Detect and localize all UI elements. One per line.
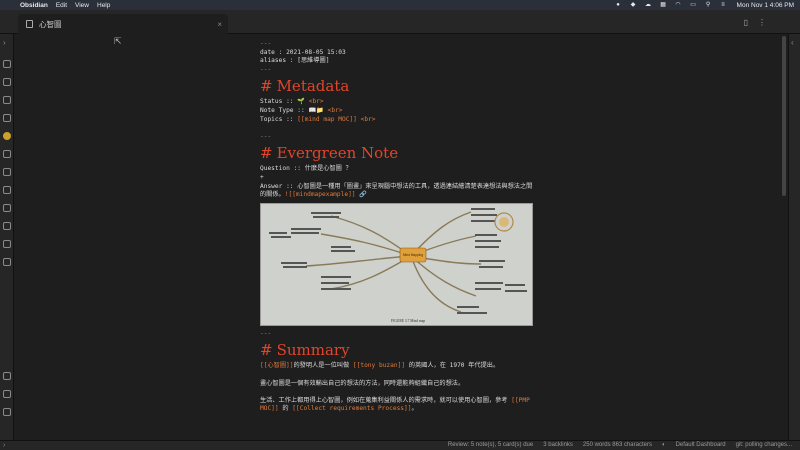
slides-icon[interactable] xyxy=(3,222,11,230)
expand-sidebar-icon[interactable]: › xyxy=(3,38,6,47)
graph-view-icon[interactable] xyxy=(3,78,11,86)
tab-close-icon[interactable]: × xyxy=(217,20,222,29)
frontmatter-aliases: aliases : [思維導圖] xyxy=(260,57,330,65)
separator-1: --- xyxy=(260,132,272,140)
plus-line: + xyxy=(260,173,264,181)
link-collect-requirements[interactable]: [[Collect requirements Process]] xyxy=(292,405,411,412)
search-icon[interactable]: ⚲ xyxy=(705,2,712,8)
daily-note-icon[interactable] xyxy=(3,204,11,212)
frontmatter-close: --- xyxy=(260,65,272,73)
left-ribbon: › xyxy=(0,34,14,440)
tab-title: 心智圖 xyxy=(39,19,62,29)
mindmap-center-label: Mind Mapping xyxy=(403,253,423,257)
menu-help[interactable]: Help xyxy=(97,2,110,9)
mindmap-caption: FIGURE 3.7 Mind map xyxy=(391,319,425,323)
expand-right-sidebar-icon[interactable]: ‹ xyxy=(791,38,794,47)
mindmap-illustration: Mind Mapping FIGURE 3.7 Mind map xyxy=(261,203,532,325)
tab-bar: 心智圖 × ▯ ⋮ xyxy=(0,10,800,34)
battery-icon[interactable]: ▭ xyxy=(690,2,697,8)
summary-paragraph-2: 畫心智圖是一個有效輸出自己的想法的方法，同時還能夠組織自己的想法。 xyxy=(260,379,465,387)
more-options-icon[interactable]: ⋮ xyxy=(758,18,766,27)
help-icon[interactable] xyxy=(3,390,11,398)
heading-summary: # Summary xyxy=(260,341,350,360)
settings-gear-icon[interactable] xyxy=(3,408,11,416)
right-sidebar-toggle: ‹ xyxy=(788,34,800,440)
audio-icon[interactable] xyxy=(3,240,11,248)
status-left-icon[interactable]: › xyxy=(3,442,5,449)
topics-line: Topics :: [[mind map MOC]] <br> xyxy=(260,115,376,123)
status-dashboard[interactable]: Default Dashboard xyxy=(676,442,726,448)
editor-scrollbar[interactable] xyxy=(782,36,786,196)
heading-metadata: # Metadata xyxy=(260,77,350,96)
menu-edit[interactable]: Edit xyxy=(56,2,67,9)
control-center-icon[interactable]: ≡ xyxy=(720,2,727,8)
calendar-icon[interactable] xyxy=(3,168,11,176)
status-bar: › Review: 5 note(s), 5 card(s) due 3 bac… xyxy=(0,440,800,450)
reading-view-icon[interactable]: ▯ xyxy=(744,18,748,27)
link-mind-map-moc[interactable]: [[mind map MOC]] xyxy=(297,116,357,123)
status-line: Status :: 🌱 <br> xyxy=(260,98,324,106)
plugin-dot-icon[interactable] xyxy=(3,132,11,140)
link-icon[interactable]: 🔗 xyxy=(359,191,367,198)
frontmatter-open: --- xyxy=(260,40,272,47)
status-backlinks[interactable]: 3 backlinks xyxy=(543,442,573,448)
cloud-icon[interactable]: ☁ xyxy=(645,2,652,8)
summary-paragraph-1: [[心智圖]]的發明人是一位叫做 [[tony buzan]] 的英國人，在 1… xyxy=(260,362,500,370)
summary-paragraph-3: 生活、工作上都用得上心智圖，例如在蒐集利益關係人的需求時，就可以使用心智圖，參考… xyxy=(260,396,530,413)
macos-menu-bar: Obsidian Edit View Help ● ◆ ☁ ▦ ◠ ▭ ⚲ ≡ … xyxy=(0,0,800,10)
note-content[interactable]: --- date : 2021-08-05 15:03 aliases : [思… xyxy=(260,40,536,414)
template-icon[interactable] xyxy=(3,186,11,194)
separator-2: --- xyxy=(260,329,272,337)
mouse-cursor-icon: ⇱ xyxy=(114,36,122,46)
vault-switcher-icon[interactable] xyxy=(3,372,11,380)
kanban-icon[interactable] xyxy=(3,258,11,266)
wifi-icon[interactable]: ◠ xyxy=(675,2,682,8)
status-word-count: 250 words 863 characters xyxy=(582,442,652,448)
note-type-line: Note Type :: 📖📁 <br> xyxy=(260,106,343,114)
status-review[interactable]: Review: 5 note(s), 5 card(s) due xyxy=(448,442,533,448)
menu-clock[interactable]: Mon Nov 1 4:06 PM xyxy=(737,2,794,9)
answer-line: Answer :: 心智圖是一種用「圖畫」來呈現腦中想法的工具，透過連結繪清楚表… xyxy=(260,182,533,199)
document-icon xyxy=(26,20,33,28)
heading-evergreen: # Evergreen Note xyxy=(260,144,399,163)
frontmatter-date: date : 2021-08-05 15:03 xyxy=(260,48,346,56)
tab-mindmap-note[interactable]: 心智圖 × xyxy=(18,14,228,34)
wechat-icon[interactable]: ● xyxy=(615,2,622,8)
status-git[interactable]: git: polling changes... xyxy=(736,442,792,448)
link-mindmap[interactable]: [[心智圖]] xyxy=(260,362,293,369)
grid-icon[interactable]: ▦ xyxy=(660,2,667,8)
mindmap-image[interactable]: Mind Mapping FIGURE 3.7 Mind map xyxy=(260,202,533,326)
editor-pane[interactable]: ⇱ --- date : 2021-08-05 15:03 aliases : … xyxy=(14,34,788,440)
map-pin-icon[interactable] xyxy=(3,150,11,158)
link-tony-buzan[interactable]: [[tony buzan]] xyxy=(353,362,405,369)
question-line: Question :: 什麼是心智圖 ？ xyxy=(260,165,352,173)
menu-view[interactable]: View xyxy=(75,2,89,9)
sync-icon[interactable]: ◐ xyxy=(662,442,666,448)
dropbox-icon[interactable]: ◆ xyxy=(630,2,637,8)
link-mindmap-example[interactable]: ![[mindmapexample]] xyxy=(285,191,356,198)
command-palette-icon[interactable] xyxy=(3,114,11,122)
quick-switcher-icon[interactable] xyxy=(3,60,11,68)
menu-app-name[interactable]: Obsidian xyxy=(20,2,48,9)
canvas-icon[interactable] xyxy=(3,96,11,104)
